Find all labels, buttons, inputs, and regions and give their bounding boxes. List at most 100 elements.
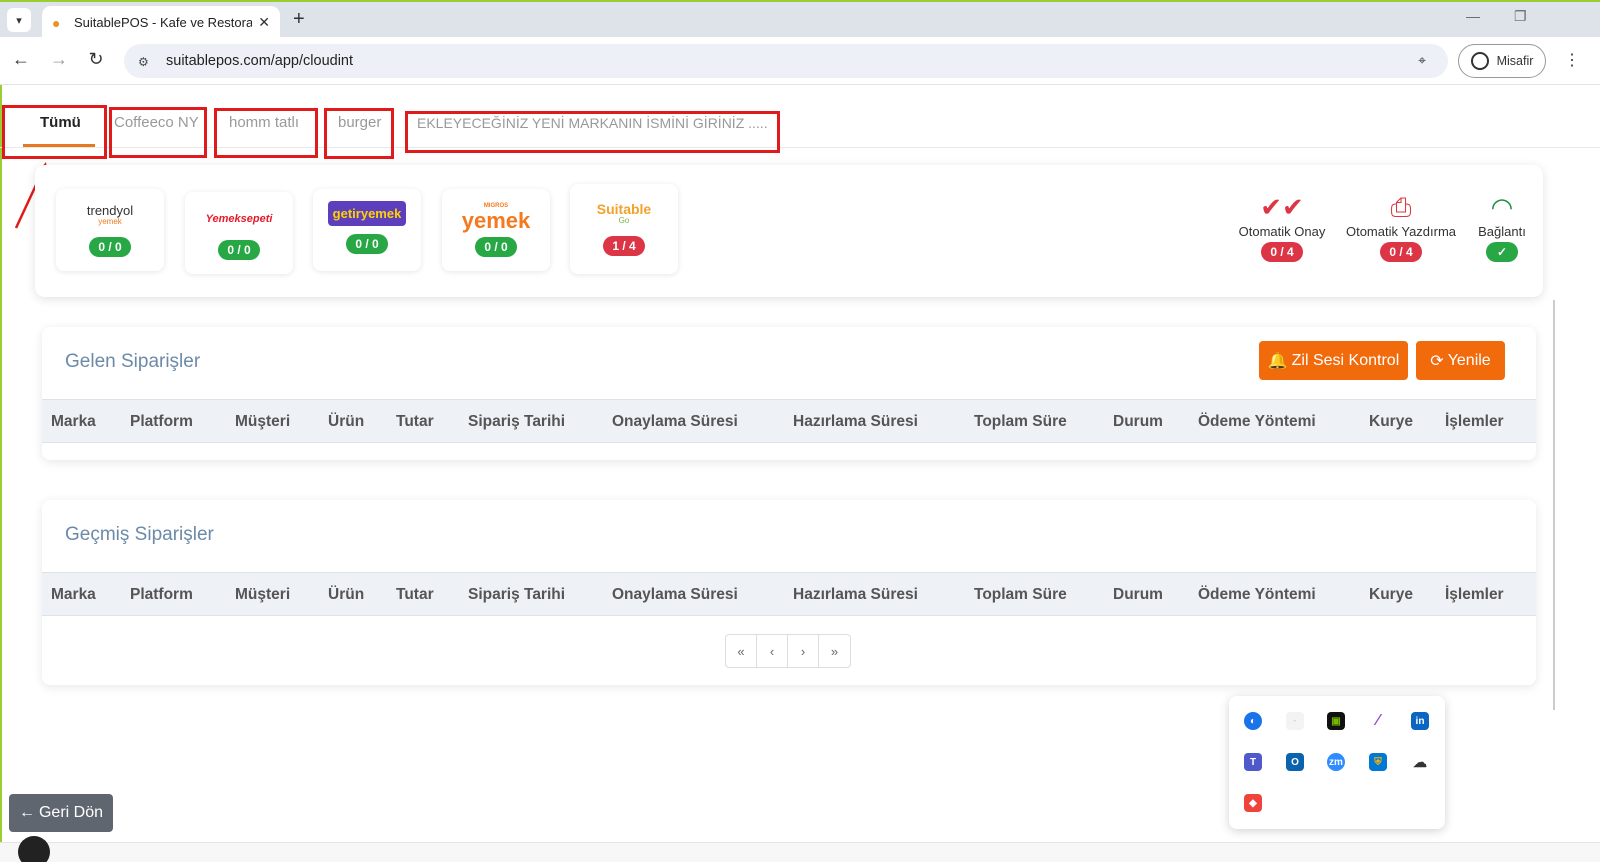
col-platform[interactable]: Platform <box>130 586 193 604</box>
platform-migros-yemek[interactable]: MIGROS yemek 0 / 0 <box>442 189 550 271</box>
col-amount[interactable]: Tutar <box>396 586 434 604</box>
platform-yemeksepeti[interactable]: Yemeksepeti 0 / 0 <box>185 192 293 274</box>
profile-button[interactable]: Misafir <box>1458 44 1546 78</box>
pagination: « ‹ › » <box>725 634 851 668</box>
location-icon[interactable]: ⌖ <box>1418 52 1426 69</box>
annotation-box-all <box>2 105 107 159</box>
incoming-orders-panel: Gelen Siparişler 🔔 Zil Sesi Kontrol ⟳ Ye… <box>42 327 1536 460</box>
col-courier[interactable]: Kurye <box>1369 413 1413 431</box>
reload-icon[interactable]: ↻ <box>85 49 107 70</box>
scrollbar[interactable] <box>1553 300 1555 710</box>
col-approval-time[interactable]: Onaylama Süresi <box>612 586 738 604</box>
status-label: Otomatik Onay <box>1238 224 1326 239</box>
teams-icon[interactable]: T <box>1244 753 1262 771</box>
platform-badge: 0 / 0 <box>89 237 131 257</box>
window-accent-edge <box>0 85 2 862</box>
url-input[interactable]: ⚙ suitablepos.com/app/cloudint ⌖ <box>124 44 1448 78</box>
refresh-button-label: Yenile <box>1447 351 1491 369</box>
col-brand[interactable]: Marka <box>51 413 96 431</box>
bell-icon: 🔔 <box>1267 352 1288 370</box>
col-status[interactable]: Durum <box>1113 413 1163 431</box>
platform-badge: 0 / 0 <box>218 240 260 260</box>
platform-trendyol[interactable]: trendyol yemek 0 / 0 <box>56 189 164 271</box>
restore-icon[interactable]: ❐ <box>1514 8 1527 25</box>
site-settings-icon[interactable]: ⚙ <box>138 55 154 69</box>
profile-label: Misafir <box>1496 54 1534 68</box>
blank-icon[interactable]: · <box>1286 712 1304 730</box>
browser-tab[interactable]: ● SuitablePOS - Kafe ve Restoran ✕ <box>42 6 280 39</box>
refresh-button[interactable]: ⟳ Yenile <box>1416 341 1505 380</box>
page-prev-button[interactable]: ‹ <box>757 635 788 667</box>
col-customer[interactable]: Müşteri <box>235 413 290 431</box>
col-total-time[interactable]: Toplam Süre <box>974 413 1067 431</box>
outlook-icon[interactable]: O <box>1286 753 1304 771</box>
platform-suitable-go[interactable]: Suitable Go 1 / 4 <box>570 184 678 274</box>
col-total-time[interactable]: Toplam Süre <box>974 586 1067 604</box>
trendyol-sub: yemek <box>98 217 122 226</box>
status-badge: ✓ <box>1486 242 1518 262</box>
platform-getiryemek[interactable]: getiryemek 0 / 0 <box>313 189 421 271</box>
auto-approve-status[interactable]: ✔✔ Otomatik Onay 0 / 4 <box>1234 190 1330 262</box>
col-order-date[interactable]: Sipariş Tarihi <box>468 413 565 431</box>
left-arrow-icon: ← <box>18 804 35 821</box>
suitable-go-sub: Go <box>618 216 630 225</box>
suitable-go-logo: Suitable <box>596 201 652 217</box>
back-arrow-icon[interactable]: ← <box>10 49 32 70</box>
defender-icon[interactable]: ⛨ <box>1369 753 1387 771</box>
col-prep-time[interactable]: Hazırlama Süresi <box>793 413 918 431</box>
connection-status[interactable]: ◠ Bağlantı ✓ <box>1472 190 1532 262</box>
col-approval-time[interactable]: Onaylama Süresi <box>612 413 738 431</box>
col-product[interactable]: Ürün <box>328 586 364 604</box>
col-amount[interactable]: Tutar <box>396 413 434 431</box>
menu-kebab-icon[interactable]: ⋮ <box>1564 50 1580 70</box>
minimize-icon[interactable]: — <box>1466 8 1480 24</box>
new-tab-button[interactable]: + <box>293 8 305 31</box>
annotation-box-coffeeco <box>109 107 207 158</box>
col-customer[interactable]: Müşteri <box>235 586 290 604</box>
linkedin-icon[interactable]: in <box>1411 712 1429 730</box>
col-order-date[interactable]: Sipariş Tarihi <box>468 586 565 604</box>
start-icon[interactable] <box>18 836 50 862</box>
auto-print-status[interactable]: ⎙ Otomatik Yazdırma 0 / 4 <box>1341 190 1461 262</box>
onedrive-icon[interactable]: ☁ <box>1411 753 1429 771</box>
col-actions[interactable]: İşlemler <box>1445 413 1504 431</box>
browser-tab-title: SuitablePOS - Kafe ve Restoran <box>74 15 253 30</box>
platform-badge: 1 / 4 <box>603 236 645 256</box>
page-first-button[interactable]: « <box>726 635 757 667</box>
platform-status-card: trendyol yemek 0 / 0 Yemeksepeti 0 / 0 g… <box>35 165 1543 297</box>
incoming-table-header: Marka Platform Müşteri Ürün Tutar Sipari… <box>42 399 1536 443</box>
pen-icon[interactable]: ⁄ <box>1369 712 1387 730</box>
col-courier[interactable]: Kurye <box>1369 586 1413 604</box>
page-last-button[interactable]: » <box>819 635 850 667</box>
col-payment[interactable]: Ödeme Yöntemi <box>1198 586 1316 604</box>
col-prep-time[interactable]: Hazırlama Süresi <box>793 586 918 604</box>
trendyol-logo: trendyol <box>86 203 134 218</box>
back-button-label: Geri Dön <box>38 804 104 821</box>
address-bar-row: ← → ↻ ⚙ suitablepos.com/app/cloudint ⌖ M… <box>0 37 1600 85</box>
refresh-icon: ⟳ <box>1430 352 1444 370</box>
yemeksepeti-logo: Yemeksepeti <box>205 213 273 225</box>
double-check-icon: ✔✔ <box>1260 192 1304 222</box>
tab-search-icon[interactable]: ▾ <box>7 8 31 32</box>
url-text: suitablepos.com/app/cloudint <box>166 53 354 69</box>
col-status[interactable]: Durum <box>1113 586 1163 604</box>
bell-control-button[interactable]: 🔔 Zil Sesi Kontrol <box>1259 341 1408 380</box>
status-badge: 0 / 4 <box>1380 242 1422 262</box>
col-actions[interactable]: İşlemler <box>1445 586 1504 604</box>
nvidia-icon[interactable]: ▣ <box>1327 712 1345 730</box>
status-label: Bağlantı <box>1478 224 1526 239</box>
col-brand[interactable]: Marka <box>51 586 96 604</box>
anydesk-icon[interactable]: ◆ <box>1244 794 1262 812</box>
col-product[interactable]: Ürün <box>328 413 364 431</box>
page-next-button[interactable]: › <box>788 635 819 667</box>
annotation-box-new-brand <box>405 111 780 153</box>
col-platform[interactable]: Platform <box>130 413 193 431</box>
back-button[interactable]: ← Geri Dön <box>9 794 113 832</box>
app-icon[interactable]: ◐ <box>1244 712 1262 730</box>
pin-favicon-icon: ● <box>52 14 61 31</box>
tab-close-icon[interactable]: ✕ <box>258 14 270 31</box>
col-payment[interactable]: Ödeme Yöntemi <box>1198 413 1316 431</box>
zoom-icon[interactable]: zm <box>1327 753 1345 771</box>
printer-icon: ⎙ <box>1390 192 1412 222</box>
forward-arrow-icon[interactable]: → <box>48 49 70 70</box>
